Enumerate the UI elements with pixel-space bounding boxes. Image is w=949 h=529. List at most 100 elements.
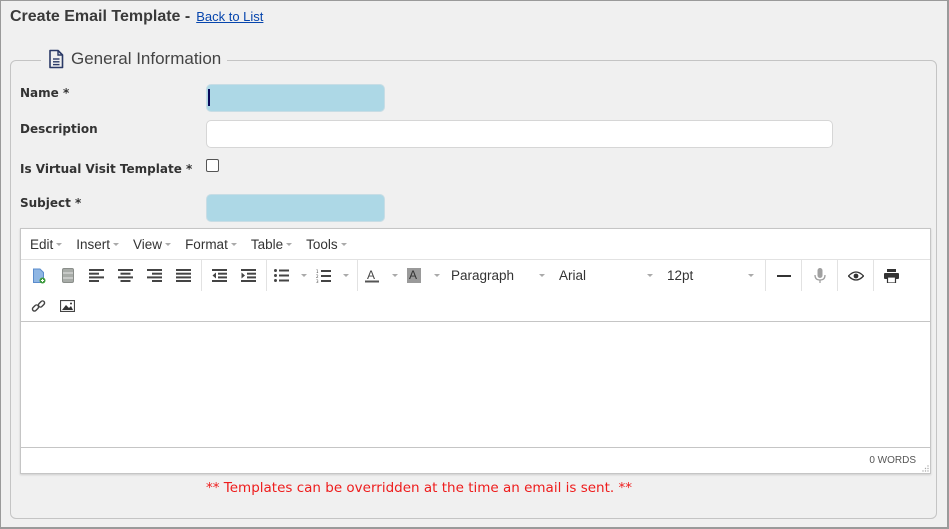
bullet-list-dropdown[interactable] <box>292 264 312 288</box>
is-virtual-visit-checkbox[interactable] <box>206 159 219 172</box>
menu-view-label: View <box>133 236 163 252</box>
background-color-button[interactable]: A <box>403 264 425 288</box>
toolbar-group-indent <box>202 260 267 291</box>
menu-edit-label: Edit <box>30 236 54 252</box>
image-icon <box>60 300 75 312</box>
template-icon <box>61 268 74 283</box>
block-format-value: Paragraph <box>451 268 515 283</box>
menu-format[interactable]: Format <box>185 237 237 252</box>
rich-text-editor: Edit Insert View Format Table Tools 1 2 … <box>20 228 931 474</box>
font-size-select[interactable]: 12pt <box>661 264 762 288</box>
word-count: 0 WORDS <box>869 455 916 466</box>
menu-insert[interactable]: Insert <box>76 236 120 252</box>
menu-tools-label: Tools <box>306 236 338 252</box>
menu-table-label: Table <box>250 236 284 252</box>
numbered-list-button[interactable]: 1 2 3 <box>312 264 334 288</box>
print-icon <box>884 268 899 283</box>
align-left-button[interactable] <box>82 264 111 288</box>
menu-edit[interactable]: Edit <box>30 236 63 252</box>
link-icon <box>31 299 46 312</box>
new-document-icon <box>32 268 45 283</box>
toolbar-group-preview <box>838 260 874 291</box>
toolbar-group-hr <box>766 260 802 291</box>
page-header: Create Email Template - Back to List <box>10 8 263 26</box>
menu-format-label: Format <box>185 236 228 252</box>
svg-text:A: A <box>367 268 375 282</box>
microphone-icon <box>813 267 826 283</box>
text-cursor <box>208 89 210 106</box>
document-icon <box>49 49 64 69</box>
print-button[interactable] <box>877 264 906 288</box>
chevron-down-icon <box>286 242 293 246</box>
chevron-down-icon <box>165 242 172 246</box>
bullet-list-button[interactable] <box>270 264 292 288</box>
back-to-list-link[interactable]: Back to List <box>196 9 263 24</box>
new-document-button[interactable] <box>24 264 53 288</box>
outdent-button[interactable] <box>205 264 234 288</box>
subject-input[interactable] <box>206 194 385 222</box>
name-input[interactable] <box>206 84 385 112</box>
subject-label: Subject * <box>20 196 82 210</box>
font-size-value: 12pt <box>667 268 694 283</box>
menu-table[interactable]: Table <box>250 236 293 252</box>
chevron-down-icon <box>647 274 653 277</box>
indent-button[interactable] <box>234 264 263 288</box>
toolbar-group-format: A A Paragraph Arial 12pt <box>358 260 766 291</box>
editor-statusbar: 0 WORDS <box>21 447 930 473</box>
menu-tools[interactable]: Tools <box>306 237 347 252</box>
background-color-icon: A <box>407 268 421 283</box>
chevron-down-icon <box>433 274 440 277</box>
toolbar-group-mic <box>802 260 838 291</box>
align-right-icon <box>147 269 162 282</box>
menu-insert-label: Insert <box>76 236 111 252</box>
toolbar-group-alignment <box>21 260 202 291</box>
horizontal-rule-button[interactable] <box>769 264 798 288</box>
chevron-down-icon <box>539 274 545 277</box>
override-note: ** Templates can be overridden at the ti… <box>206 480 632 496</box>
preview-icon <box>847 270 864 281</box>
editor-toolbar-row-1: 1 2 3 A A Paragraph Arial 12pt <box>21 260 930 291</box>
editor-menubar: Edit Insert View Format Table Tools <box>21 229 930 260</box>
svg-text:3: 3 <box>316 279 319 283</box>
section-legend: General Information <box>41 49 228 69</box>
preview-button[interactable] <box>841 264 870 288</box>
toolbar-group-lists: 1 2 3 <box>267 260 358 291</box>
text-color-icon: A <box>365 268 379 283</box>
page-title: Create Email Template - <box>10 8 191 25</box>
chevron-down-icon <box>748 274 754 277</box>
numbered-list-icon: 1 2 3 <box>316 269 331 283</box>
align-right-button[interactable] <box>140 264 169 288</box>
block-format-select[interactable]: Paragraph <box>445 264 553 288</box>
image-button[interactable] <box>53 294 82 318</box>
text-color-button[interactable]: A <box>361 264 383 288</box>
is-virtual-visit-label: Is Virtual Visit Template * <box>20 162 193 176</box>
numbered-list-dropdown[interactable] <box>334 264 354 288</box>
description-label: Description <box>20 122 98 136</box>
horizontal-rule-icon <box>776 274 791 277</box>
microphone-button[interactable] <box>805 264 834 288</box>
section-title: General Information <box>71 49 222 68</box>
chevron-down-icon <box>342 274 349 277</box>
resize-handle-icon[interactable] <box>921 464 929 472</box>
text-color-dropdown[interactable] <box>383 264 403 288</box>
link-button[interactable] <box>24 294 53 318</box>
align-center-button[interactable] <box>111 264 140 288</box>
editor-toolbar-row-2 <box>21 291 930 322</box>
chevron-down-icon <box>391 274 398 277</box>
description-input[interactable] <box>206 120 833 148</box>
align-center-icon <box>118 269 133 282</box>
chevron-down-icon <box>56 242 63 246</box>
chevron-down-icon <box>340 242 347 246</box>
editor-content-area[interactable] <box>21 323 930 447</box>
menu-view[interactable]: View <box>133 236 172 252</box>
background-color-dropdown[interactable] <box>425 264 445 288</box>
svg-text:A: A <box>409 268 417 282</box>
chevron-down-icon <box>113 242 120 246</box>
indent-icon <box>241 269 256 282</box>
align-justify-button[interactable] <box>169 264 198 288</box>
font-family-select[interactable]: Arial <box>553 264 661 288</box>
template-button[interactable] <box>53 264 82 288</box>
bullet-list-icon <box>273 269 289 282</box>
font-family-value: Arial <box>559 268 587 283</box>
outdent-icon <box>212 269 227 282</box>
